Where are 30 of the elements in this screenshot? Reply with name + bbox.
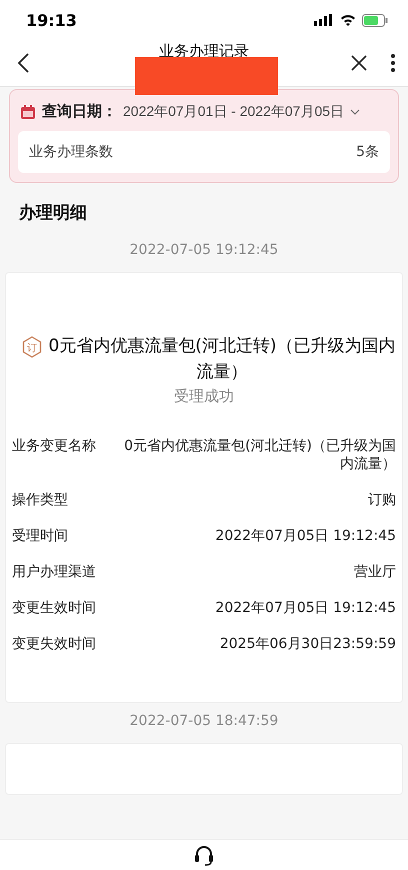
field-label: 操作类型: [12, 491, 68, 509]
headset-icon[interactable]: [193, 844, 215, 866]
close-icon: [350, 54, 368, 72]
section-title: 办理明细: [18, 202, 88, 225]
field-value: 订购: [368, 491, 396, 509]
signal-icon: [314, 14, 334, 26]
battery-icon: [362, 14, 388, 26]
more-dots-icon: [390, 53, 396, 73]
chevron-down-icon: [350, 108, 360, 114]
record-timestamp: 2022-07-05 18:47:59: [128, 712, 280, 731]
field-value: 2022年07月05日 19:12:45: [215, 599, 396, 617]
order-badge-icon: 订: [22, 336, 42, 358]
status-time: 19:13: [26, 10, 77, 30]
field-value: 2022年07月05日 19:12:45: [215, 527, 396, 545]
record-timestamp: 2022-07-05 19:12:45: [128, 241, 280, 260]
field-label: 变更生效时间: [12, 599, 96, 617]
record-status: 受理成功: [173, 387, 235, 406]
field-label: 变更失效时间: [12, 635, 96, 653]
field-value: 2025年06月30日23:59:59: [220, 635, 396, 653]
date-range-selector[interactable]: 查询日期： 2022年07月01日 - 2022年07月05日: [18, 102, 390, 121]
count-label: 业务办理条数: [29, 143, 113, 161]
count-value: 5条: [356, 143, 379, 161]
record-title: 0元省内优惠流量包(河北迁转)（已升级为国内流量）: [48, 335, 396, 384]
wifi-icon: [340, 14, 356, 26]
calendar-icon: [20, 104, 36, 120]
field-label: 业务变更名称: [12, 437, 96, 456]
field-value: 营业厅: [354, 563, 396, 581]
field-label: 用户办理渠道: [12, 563, 96, 581]
field-label: 受理时间: [12, 527, 68, 545]
field-value: 0元省内优惠流量包(河北迁转)（已升级为国内流量）: [123, 437, 396, 473]
